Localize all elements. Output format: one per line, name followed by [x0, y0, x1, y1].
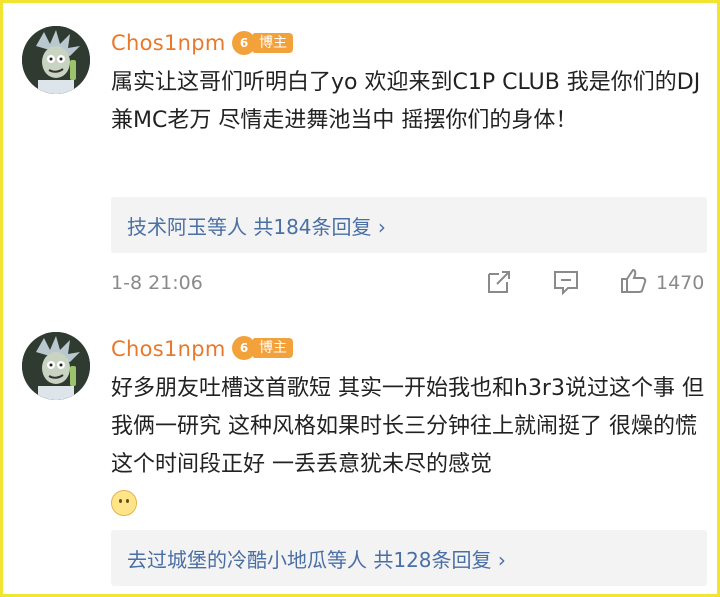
blogger-badge: 6 博主: [232, 31, 293, 55]
blogger-badge: 6 博主: [232, 336, 293, 360]
badge-label: 博主: [253, 338, 293, 358]
comment-body: 好多朋友吐槽这首歌短 其实一开始我也和h3r3说过这个事 但我俩一研究 这种风格…: [111, 376, 704, 477]
replies-summary[interactable]: 去过城堡的冷酷小地瓜等人 共128条回复 ›: [111, 530, 707, 586]
badge-label: 博主: [253, 33, 293, 53]
replies-summary[interactable]: 技术阿玉等人 共184条回复 ›: [111, 197, 707, 253]
smile-emoji-icon: [111, 490, 137, 516]
replies-count: 共128条回复: [373, 548, 492, 572]
share-icon[interactable]: [485, 268, 513, 296]
avatar-image: [22, 26, 90, 94]
username[interactable]: Chos1npm: [111, 31, 226, 55]
like-icon[interactable]: [619, 267, 649, 295]
username[interactable]: Chos1npm: [111, 337, 226, 361]
comment-text: 好多朋友吐槽这首歌短 其实一开始我也和h3r3说过这个事 但我俩一研究 这种风格…: [111, 370, 709, 522]
timestamp: 1-8 21:06: [111, 272, 203, 294]
avatar[interactable]: [22, 26, 90, 94]
comment-icon[interactable]: [552, 268, 580, 296]
comment-text: 属实让这哥们听明白了yo 欢迎来到C1P CLUB 我是你们的DJ兼MC老万 尽…: [111, 70, 701, 133]
chevron-right-icon: ›: [497, 548, 506, 572]
replies-users: 去过城堡的冷酷小地瓜等人: [127, 548, 367, 572]
replies-users: 技术阿玉等人: [127, 215, 247, 239]
avatar[interactable]: [22, 332, 90, 400]
replies-count: 共184条回复: [253, 215, 372, 239]
avatar-image: [22, 332, 90, 400]
chevron-right-icon: ›: [377, 215, 386, 239]
like-count: 1470: [656, 272, 705, 294]
